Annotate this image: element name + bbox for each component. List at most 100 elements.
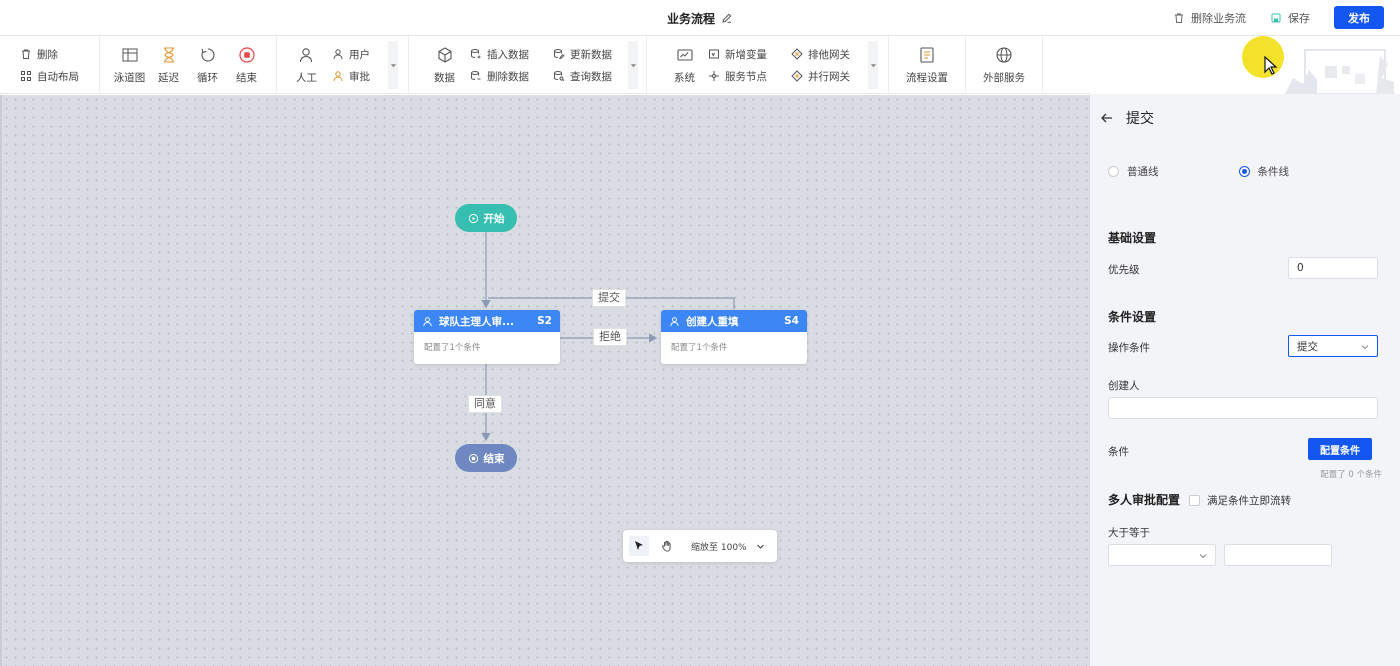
toolbar-auto-layout[interactable]: 自动布局 [20, 69, 79, 83]
node-s2-desc: 配置了1个条件 [424, 343, 481, 353]
exclusive-gateway-icon [791, 48, 803, 60]
trash-icon [22, 49, 30, 59]
delete-flow-button[interactable]: 删除业务流 [1173, 10, 1246, 26]
toolbar-approve[interactable]: 审批 [332, 69, 370, 83]
toolbar-external-service[interactable]: 外部服务 [982, 36, 1026, 94]
pan-tool-button[interactable] [657, 536, 677, 556]
radio-normal-line[interactable]: 普通线 [1108, 164, 1159, 179]
database-minus-icon [471, 71, 481, 80]
toolbar-delete[interactable]: 删除 [20, 47, 79, 61]
toolbar-group-external: 外部服务 [966, 36, 1043, 94]
toolbar-data[interactable]: 数据 [425, 36, 464, 94]
toolbar-system[interactable]: 系统 [665, 36, 704, 94]
toolbar-delay-label: 延迟 [158, 71, 179, 84]
immediate-flow-box[interactable] [1189, 495, 1200, 506]
priority-input[interactable]: 0 [1288, 257, 1378, 279]
chevron-down-icon[interactable] [756, 542, 765, 551]
toolbar-swimlane[interactable]: 泳道图 [110, 36, 149, 94]
edge-label-submit[interactable]: 提交 [592, 289, 626, 307]
zoom-toolbar: 缩放至 100% [623, 530, 777, 562]
toolbar-service-node[interactable]: 服务节点 [708, 69, 767, 83]
gte-input[interactable] [1224, 544, 1332, 566]
flow-canvas[interactable]: 开始 球队主理人审... S2 配置了1个条件 创建人重填 S4 配置了1个条件… [0, 95, 1090, 666]
panel-header: 提交 [1100, 108, 1154, 128]
toolbar-service-node-label: 服务节点 [725, 70, 767, 83]
start-node-label: 开始 [483, 212, 505, 225]
flow-edges [481, 231, 735, 442]
radio-conditional-line[interactable]: 条件线 [1238, 164, 1289, 179]
toolbar-end[interactable]: 结束 [227, 36, 266, 94]
toolbar-human-more[interactable] [388, 41, 398, 89]
monitor-chart-icon [676, 48, 693, 61]
toolbar-delay[interactable]: 延迟 [149, 36, 188, 94]
gte-select[interactable] [1108, 544, 1216, 566]
approve-user-icon [333, 71, 343, 82]
toolbar-insert-data[interactable]: 插入数据 [470, 47, 529, 61]
globe-icon [996, 46, 1012, 63]
user-icon [333, 49, 343, 60]
radio-normal-circle[interactable] [1108, 166, 1119, 177]
condition-label: 条件 [1108, 446, 1129, 458]
node-s4-code: S4 [784, 315, 799, 327]
toolbar-group-edit: 删除 自动布局 [0, 36, 100, 94]
line-type-radio-group: 普通线 条件线 [1108, 164, 1289, 179]
toolbar-parallel-gateway[interactable]: 并行网关 [791, 69, 850, 83]
toolbar-update-data[interactable]: 更新数据 [553, 47, 612, 61]
op-condition-select[interactable]: 提交 [1288, 335, 1378, 357]
toolbar-new-variable-label: 新增变量 [725, 48, 767, 61]
toolbar-query-data[interactable]: 查询数据 [553, 69, 612, 83]
toolbar-approve-label: 审批 [349, 70, 370, 83]
toolbar-system-more[interactable] [868, 41, 878, 89]
arrow-left-icon[interactable] [1100, 111, 1114, 125]
publish-button[interactable]: 发布 [1334, 6, 1384, 29]
edge-label-reject[interactable]: 拒绝 [593, 328, 627, 346]
priority-label: 优先级 [1108, 264, 1140, 276]
creator-input[interactable] [1108, 397, 1378, 419]
toolbar-user-label: 用户 [349, 48, 370, 61]
config-condition-button[interactable]: 配置条件 [1308, 438, 1372, 460]
node-toolbar: 删除 自动布局 泳道图 延迟 循环 结束 人工 用户 审批 数据 插入数据 删除… [0, 36, 1090, 94]
toolbar-flow-settings[interactable]: 流程设置 [905, 36, 949, 94]
end-node[interactable]: 结束 [455, 444, 517, 472]
creator-label: 创建人 [1108, 380, 1140, 392]
stop-circle-icon [468, 453, 478, 463]
edge-label-agree[interactable]: 同意 [468, 395, 502, 413]
toolbar-delete-data[interactable]: 删除数据 [470, 69, 529, 83]
toolbar-data-more[interactable] [628, 41, 638, 89]
section-multi-approval: 多人审批配置 [1108, 493, 1181, 507]
node-s4[interactable]: 创建人重填 S4 配置了1个条件 [661, 310, 807, 364]
toolbar-group-system: 系统 新增变量 服务节点 排他网关 并行网关 [647, 36, 889, 94]
toolbar-swimlane-label: 泳道图 [113, 71, 146, 84]
caret-down-icon [630, 63, 636, 67]
start-node[interactable]: 开始 [455, 204, 517, 232]
toolbar-group-basic: 泳道图 延迟 循环 结束 [100, 36, 277, 94]
toolbar-exclusive-gateway[interactable]: 排他网关 [791, 47, 850, 61]
edit-pencil-icon[interactable] [721, 12, 733, 24]
save-button[interactable]: 保存 [1270, 10, 1310, 26]
chevron-down-icon [1199, 554, 1207, 559]
trash-icon [1175, 13, 1183, 23]
stop-circle-icon [238, 46, 255, 63]
toolbar-human[interactable]: 人工 [287, 36, 326, 94]
toolbar-group-human: 人工 用户 审批 [277, 36, 409, 94]
radio-conditional-circle[interactable] [1238, 166, 1250, 177]
edge-properties-panel: 提交 普通线 条件线 基础设置 优先级 0 条件设置 操作条件 提交 创建人 条… [1090, 94, 1400, 666]
toolbar-new-variable[interactable]: 新增变量 [708, 47, 767, 61]
section-basic-settings: 基础设置 [1108, 231, 1157, 245]
play-circle-icon [468, 213, 478, 223]
hourglass-icon [163, 46, 174, 63]
toolbar-loop[interactable]: 循环 [188, 36, 227, 94]
person-icon [299, 47, 312, 62]
toolbar-data-label: 数据 [434, 71, 455, 84]
toolbar-user[interactable]: 用户 [332, 47, 370, 61]
zoom-level[interactable]: 缩放至 100% [691, 540, 748, 553]
node-s4-header: 创建人重填 S4 [661, 310, 807, 332]
node-s2[interactable]: 球队主理人审... S2 配置了1个条件 [414, 310, 560, 364]
select-tool-button[interactable] [629, 536, 649, 556]
swimlane-icon [122, 48, 137, 61]
toolbar-update-data-label: 更新数据 [570, 48, 612, 61]
toolbar-delete-label: 删除 [37, 48, 58, 61]
immediate-flow-checkbox[interactable]: 满足条件立即流转 [1189, 493, 1291, 508]
hand-icon [662, 540, 671, 552]
toolbar-query-data-label: 查询数据 [570, 70, 612, 83]
